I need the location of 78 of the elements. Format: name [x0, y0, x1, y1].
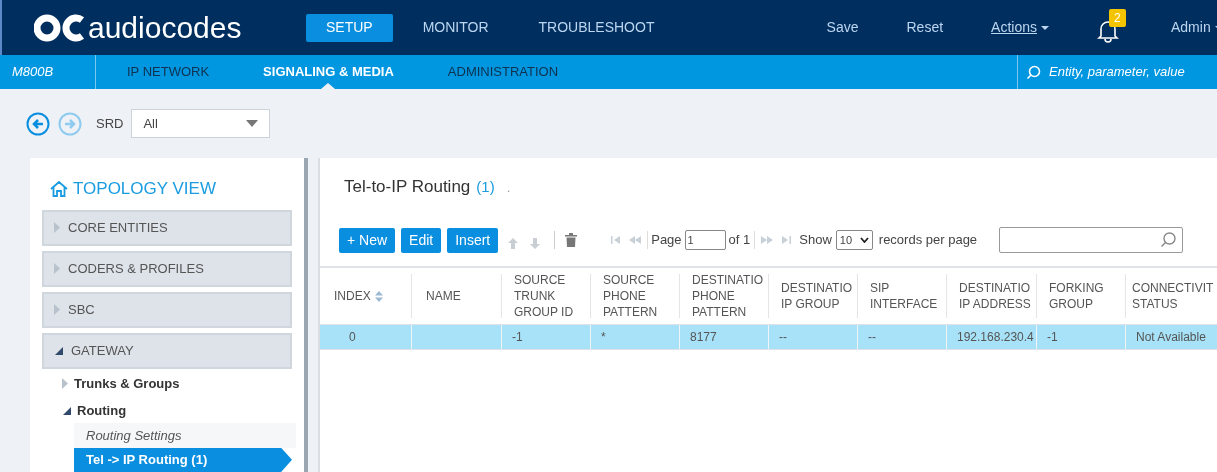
table-cell-text: *	[601, 329, 606, 346]
page-total: of 1	[728, 231, 751, 250]
srd-dropdown[interactable]: All	[131, 109, 271, 138]
top-tab[interactable]: TROUBLESHOOT	[518, 13, 675, 42]
column-header[interactable]: DESTINATIO IP ADDRESS	[947, 280, 1036, 312]
column-header[interactable]: DESTINATIO PHONE PATTERN	[680, 272, 768, 320]
table-cell-text: 8177	[690, 329, 717, 346]
table-row[interactable]: 0 -1 * 8177 -- -- 192.168.230.4 -1 Not Available	[320, 324, 1217, 350]
column-header[interactable]: DESTINATIO IP GROUP	[769, 280, 857, 312]
column-header[interactable]: CONNECTIVIT STATUS	[1126, 280, 1217, 312]
table-cell-text: 192.168.230.4	[957, 329, 1034, 346]
tree-leaf[interactable]: Routing Settings	[74, 423, 296, 448]
collapsed-caret-icon	[54, 304, 60, 316]
page-size-dropdown[interactable]: 10	[835, 230, 873, 250]
collapsed-caret-icon	[54, 263, 60, 275]
search-icon	[1026, 64, 1041, 80]
top-tab[interactable]: SETUP	[306, 13, 393, 42]
device-name: M800B	[0, 55, 96, 89]
page-label: Page	[651, 231, 682, 250]
back-icon[interactable]	[26, 111, 50, 136]
tree-leaf[interactable]: Tel -> IP Routing (1)	[74, 447, 292, 472]
actions-menu[interactable]: Actions	[991, 17, 1049, 38]
move-down-icon[interactable]	[530, 237, 541, 249]
expanded-caret-icon	[62, 406, 71, 416]
notification-badge: 2	[1109, 8, 1126, 27]
table-cell-text: Not Available	[1136, 329, 1206, 346]
table-action-button[interactable]: Insert	[447, 227, 499, 253]
sub-tab[interactable]: ADMINISTRATION	[447, 55, 559, 89]
table-action-button[interactable]: + New	[339, 227, 396, 253]
records-per-page-label: records per page	[878, 231, 978, 250]
sidebar-section[interactable]: CORE ENTITIES	[42, 209, 292, 246]
toolbar-link[interactable]: Save	[826, 17, 859, 38]
column-header[interactable]: NAME	[412, 288, 461, 304]
first-page-icon[interactable]	[611, 236, 622, 244]
table-action-button[interactable]: Edit	[401, 227, 442, 253]
sidebar-section[interactable]: SBC	[42, 291, 292, 328]
page-title: Tel-to-IP Routing	[344, 176, 471, 198]
table-cell-text: -1	[1047, 329, 1058, 346]
column-header[interactable]: FORKING GROUP	[1037, 280, 1125, 312]
tree-item[interactable]: Trunks & Groups	[42, 370, 292, 397]
sub-tab[interactable]: IP NETWORK	[127, 55, 210, 89]
tree-item[interactable]: Routing	[42, 398, 292, 424]
home-icon	[50, 180, 68, 197]
sidebar-section[interactable]: CODERS & PROFILES	[42, 250, 292, 287]
logo-icon	[34, 13, 86, 42]
chevron-down-icon	[859, 237, 869, 243]
table-cell-text: --	[868, 329, 876, 346]
expanded-caret-icon	[54, 346, 63, 356]
column-header[interactable]: SIP INTERFACE	[858, 280, 946, 312]
user-menu[interactable]: Admin	[1171, 17, 1217, 38]
collapsed-caret-icon	[62, 377, 68, 389]
show-label: Show	[799, 231, 832, 250]
record-count: (1)	[476, 177, 495, 197]
top-tab[interactable]: MONITOR	[402, 13, 509, 42]
collapsed-caret-icon	[54, 222, 60, 234]
forward-icon[interactable]	[58, 111, 82, 136]
trash-icon[interactable]	[565, 233, 578, 247]
move-up-icon[interactable]	[508, 237, 519, 249]
table-search-field[interactable]	[999, 227, 1184, 253]
column-header[interactable]: SOURCE PHONE PATTERN	[591, 272, 679, 320]
previous-page-icon[interactable]	[629, 236, 642, 244]
next-page-icon[interactable]	[761, 236, 774, 244]
search-icon	[1160, 232, 1177, 248]
page-input[interactable]: 1	[684, 230, 726, 250]
column-header[interactable]: INDEX	[320, 288, 383, 304]
sidebar-title: TOPOLOGY VIEW	[73, 178, 216, 200]
last-page-icon[interactable]	[781, 236, 792, 244]
srd-label: SRD	[96, 114, 124, 133]
title-dot: .	[506, 179, 511, 197]
sort-icon	[374, 290, 383, 302]
toolbar-link[interactable]: Reset	[906, 17, 944, 38]
search-placeholder: Entity, parameter, value	[1049, 63, 1185, 82]
table-cell-text: -1	[512, 329, 523, 346]
logo-text: audiocodes	[88, 12, 242, 43]
column-header[interactable]: SOURCE TRUNK GROUP ID	[502, 272, 590, 320]
table-cell-text: --	[779, 329, 787, 346]
sidebar-section[interactable]: GATEWAY	[42, 332, 292, 369]
table-cell-text: 0	[349, 329, 356, 346]
